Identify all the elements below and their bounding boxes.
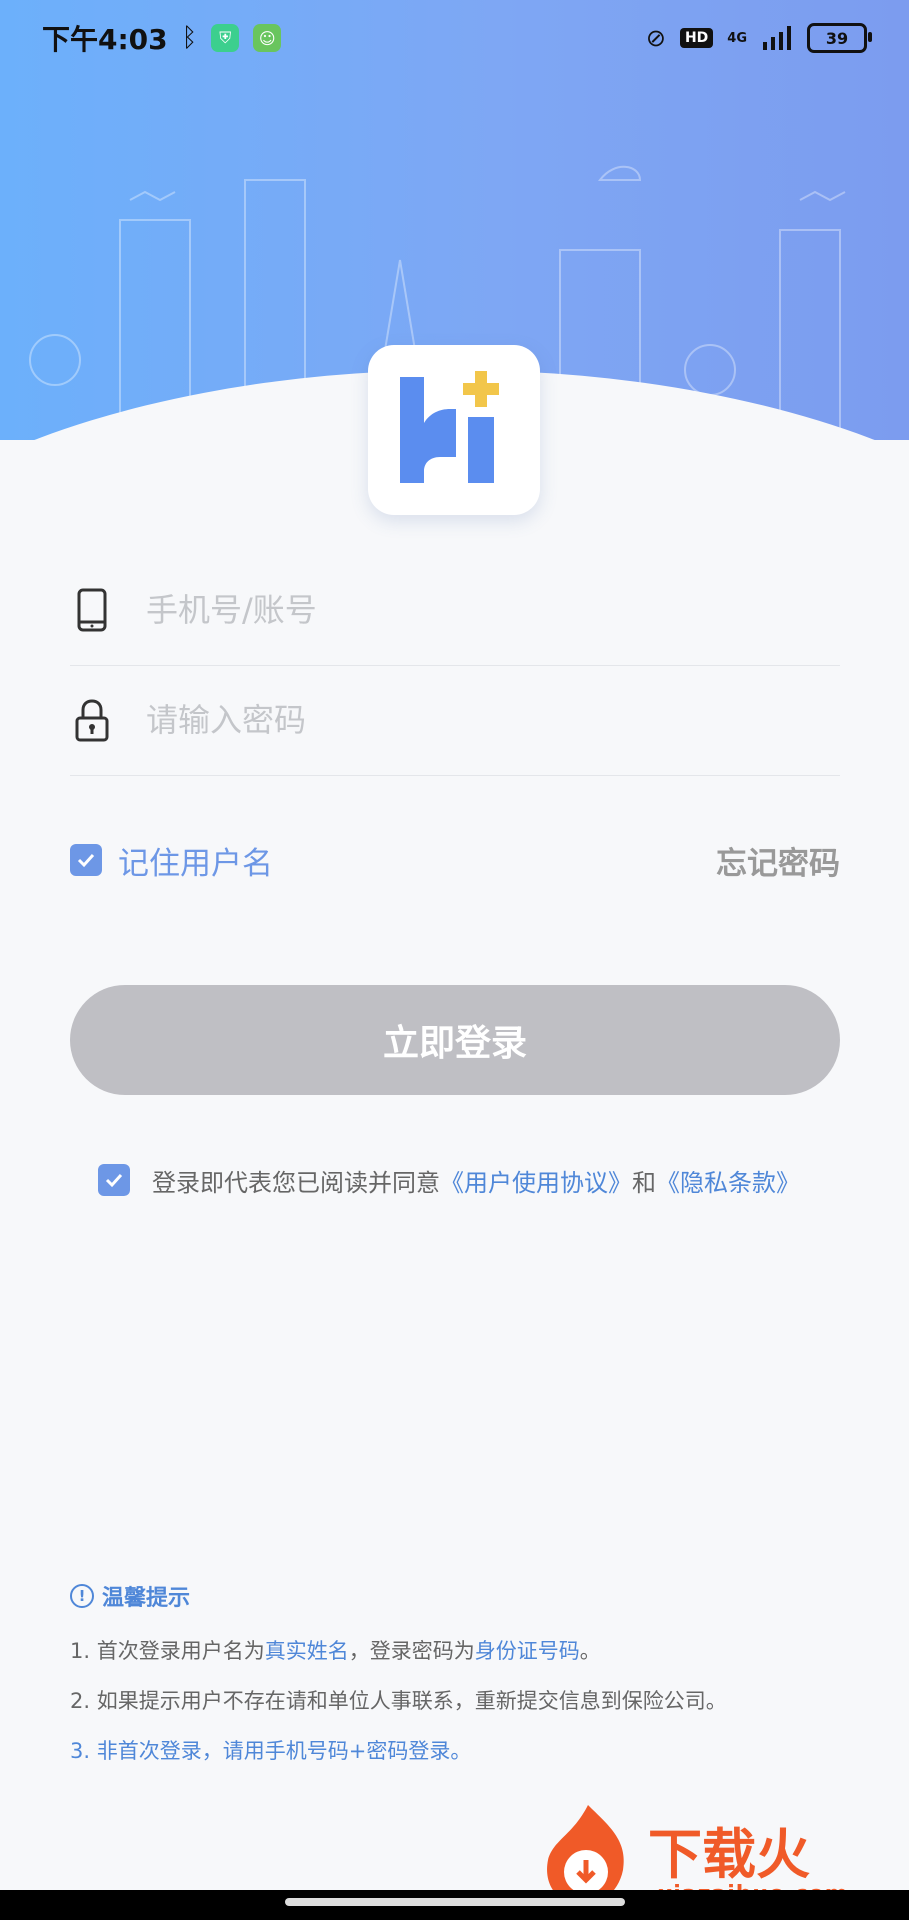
check-icon <box>77 853 95 868</box>
hd-badge: HD <box>679 28 714 48</box>
terms-link[interactable]: 《用户使用协议》 <box>440 1163 632 1198</box>
tip3-text: 非首次登录，请用手机号码+密码登录。 <box>96 1739 472 1763</box>
bluetooth-icon: ᛒ <box>181 23 198 53</box>
agreement-row: 登录即代表您已阅读并同意 《用户使用协议》 和 《隐私条款》 <box>98 1160 858 1200</box>
privacy-link[interactable]: 《隐私条款》 <box>656 1163 800 1198</box>
home-gesture-bar[interactable] <box>285 1898 625 1906</box>
password-field <box>70 665 840 776</box>
battery-indicator: 39 <box>807 23 872 53</box>
account-input[interactable] <box>144 590 798 630</box>
tip1-highlight-id: 身份证号码 <box>474 1639 580 1663</box>
network-label: 4G <box>727 30 747 46</box>
tip1-highlight-name: 真实姓名 <box>264 1639 349 1663</box>
tip1-text-a: 1. 首次登录用户名为 <box>70 1639 265 1663</box>
tip-line-2: 2. 如果提示用户不存在请和单位人事联系，重新提交信息到保险公司。 <box>70 1689 727 1713</box>
battery-level: 39 <box>825 28 849 48</box>
tip1-text-c: ，登录密码为 <box>348 1639 475 1663</box>
tip1-text-e: 。 <box>579 1639 601 1663</box>
remember-row: 记住用户名 忘记密码 <box>70 830 840 890</box>
shield-app-icon: ⛨ <box>211 24 240 52</box>
account-field <box>70 555 840 666</box>
password-input[interactable] <box>144 700 798 740</box>
tip-line-3: 3. 非首次登录，请用手机号码+密码登录。 <box>70 1736 850 1766</box>
tip-line-1: 1. 首次登录用户名为真实姓名，登录密码为身份证号码。 <box>70 1636 850 1666</box>
phone-icon <box>70 588 114 632</box>
lock-icon <box>70 698 114 742</box>
tip3-number: 3. <box>70 1739 97 1763</box>
app-logo <box>368 345 540 515</box>
remember-username-toggle[interactable]: 记住用户名 <box>70 838 273 883</box>
agreement-checkbox[interactable] <box>98 1164 130 1196</box>
tips-header: ! 温馨提示 <box>70 1580 850 1612</box>
agreement-prefix: 登录即代表您已阅读并同意 <box>152 1168 440 1197</box>
forgot-password-link[interactable]: 忘记密码 <box>716 838 840 883</box>
remember-label: 记住用户名 <box>118 845 273 882</box>
watermark-brand: 下载火 <box>648 1823 810 1886</box>
remember-checkbox[interactable] <box>70 844 102 876</box>
mute-vibrate-icon: ⊘ <box>645 24 666 52</box>
app-logo-mark <box>400 371 499 483</box>
status-bar: 下午4:03 ᛒ ⛨ ☺ ⊘ HD 4G 39 <box>0 0 909 76</box>
status-time: 下午4:03 <box>42 23 168 56</box>
check-icon <box>105 1173 123 1188</box>
android-app-icon: ☺ <box>253 24 282 52</box>
tips-section: ! 温馨提示 1. 首次登录用户名为真实姓名，登录密码为身份证号码。 2. 如果… <box>70 1580 850 1786</box>
login-button[interactable]: 立即登录 <box>70 985 840 1095</box>
agreement-and: 和 <box>632 1168 656 1197</box>
signal-icon <box>763 26 791 50</box>
tips-title: 温馨提示 <box>102 1586 191 1611</box>
info-icon: ! <box>70 1584 94 1608</box>
